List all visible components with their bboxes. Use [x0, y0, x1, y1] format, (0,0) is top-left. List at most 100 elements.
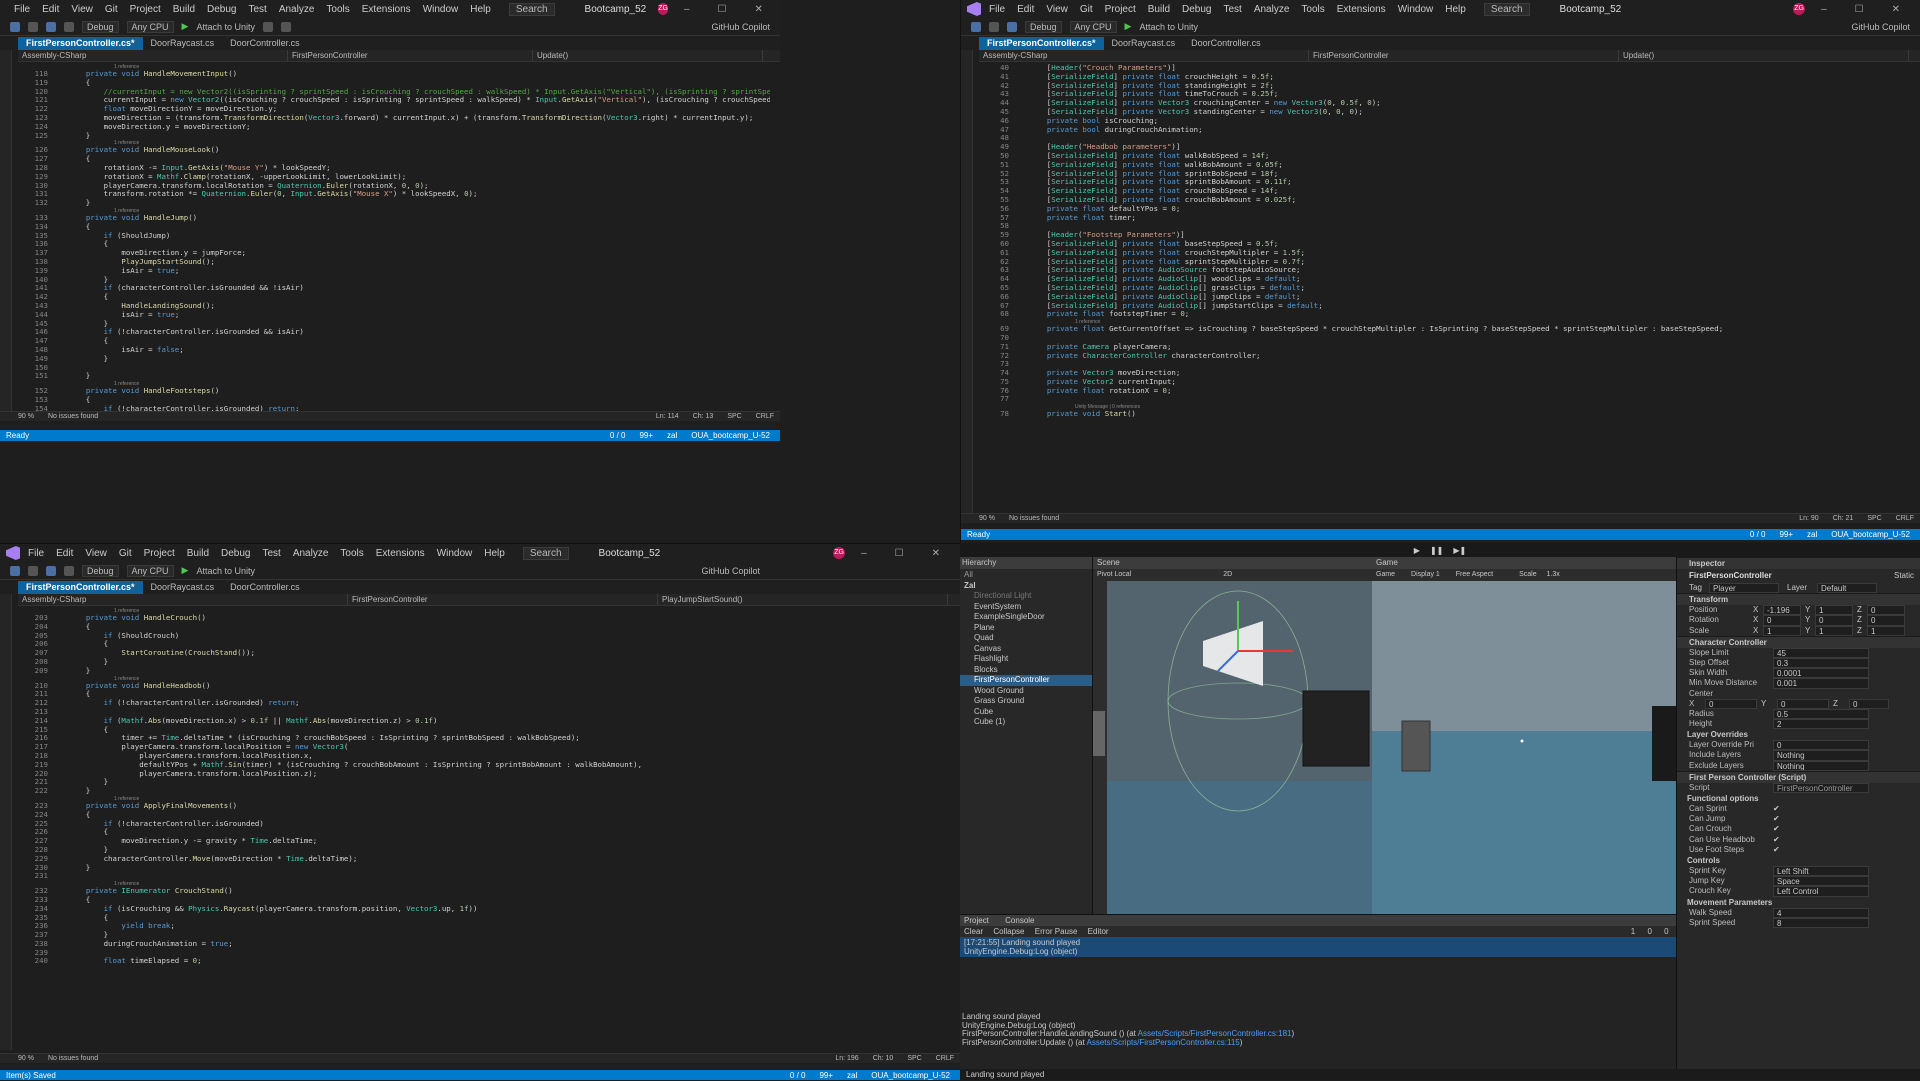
tab-first-person-controller[interactable]: FirstPersonController.cs*: [18, 37, 143, 50]
code-line[interactable]: 236 yield break;: [14, 921, 950, 931]
code-line[interactable]: 47 private bool duringCrouchAnimation;: [975, 125, 1910, 135]
tab-door-raycast[interactable]: DoorRaycast.cs: [143, 581, 223, 594]
menu-item-edit[interactable]: Edit: [42, 4, 59, 15]
tab-game[interactable]: Game: [1372, 557, 1676, 569]
menu-item-git[interactable]: Git: [1080, 4, 1093, 15]
menu-item-file[interactable]: File: [989, 4, 1005, 15]
tab-door-controller[interactable]: DoorController.cs: [1183, 37, 1269, 50]
platform-dropdown[interactable]: Any CPU: [126, 20, 174, 33]
code-line[interactable]: 240 float timeElapsed = 0;: [14, 957, 950, 966]
position-value[interactable]: 0: [1867, 605, 1905, 616]
menu-item-analyze[interactable]: Analyze: [279, 4, 315, 15]
method-dropdown[interactable]: Update(): [1619, 50, 1909, 61]
menu-item-project[interactable]: Project: [130, 4, 161, 15]
code-line[interactable]: 208 }: [14, 657, 950, 667]
issues-indicator[interactable]: No issues found: [1009, 515, 1059, 522]
hierarchy-item[interactable]: Wood Ground: [960, 686, 1092, 697]
menu-item-test[interactable]: Test: [262, 548, 280, 559]
assembly-dropdown[interactable]: Assembly-CSharp: [18, 50, 288, 61]
play-icon[interactable]: ▶: [182, 565, 189, 576]
menu-item-file[interactable]: File: [14, 4, 30, 15]
object-name[interactable]: FirstPersonController: [1689, 569, 1772, 583]
search-box[interactable]: Search: [522, 546, 569, 560]
hierarchy-item[interactable]: Cube (1): [960, 717, 1092, 728]
tab-project[interactable]: Project: [964, 916, 989, 925]
code-line[interactable]: 150: [14, 363, 770, 373]
copilot-button[interactable]: GitHub Copilot: [711, 22, 770, 32]
hierarchy-item[interactable]: FirstPersonController: [960, 675, 1092, 686]
position-value[interactable]: 1: [1815, 605, 1853, 616]
maximize-icon[interactable]: ☐: [895, 548, 904, 559]
class-dropdown[interactable]: FirstPersonController: [1309, 50, 1619, 61]
menu-item-extensions[interactable]: Extensions: [376, 548, 425, 559]
back-icon[interactable]: [10, 565, 20, 576]
code-line[interactable]: 139 isAir = true;: [14, 266, 770, 276]
script-link[interactable]: Assets/Scripts/FirstPersonController.cs:…: [1087, 1038, 1240, 1047]
field-value[interactable]: Left Control: [1773, 886, 1869, 897]
code-line[interactable]: 231: [14, 872, 950, 881]
changes-count[interactable]: 0 / 0: [790, 1071, 806, 1080]
code-line[interactable]: 148 isAir = false;: [14, 345, 770, 355]
menu-item-debug[interactable]: Debug: [207, 4, 236, 15]
layer-overrides-header[interactable]: Layer Overrides: [1677, 729, 1920, 740]
editor-dropdown[interactable]: Editor: [1088, 927, 1109, 936]
tab-door-raycast[interactable]: DoorRaycast.cs: [1104, 37, 1184, 50]
code-line[interactable]: 118 private void HandleMovementInput(): [14, 69, 770, 79]
edits-count[interactable]: 99+: [819, 1071, 833, 1080]
code-line[interactable]: 76 private float rotationX = 0;: [975, 386, 1910, 396]
position-value[interactable]: -1.196: [1763, 605, 1801, 616]
menu-item-help[interactable]: Help: [470, 4, 491, 15]
transform-component[interactable]: Transform: [1677, 593, 1920, 606]
attach-button[interactable]: Attach to Unity: [196, 566, 255, 576]
menu-item-window[interactable]: Window: [1398, 4, 1434, 15]
menu-item-edit[interactable]: Edit: [56, 548, 73, 559]
hierarchy-item[interactable]: Flashlight: [960, 654, 1092, 665]
platform-dropdown[interactable]: Any CPU: [1069, 20, 1117, 33]
menu-item-debug[interactable]: Debug: [1182, 4, 1211, 15]
tool-icon[interactable]: [263, 21, 273, 32]
search-box[interactable]: Search: [508, 2, 555, 16]
code-line[interactable]: 72 private CharacterController character…: [975, 351, 1910, 361]
display-dropdown[interactable]: Display 1: [1411, 571, 1440, 578]
code-line[interactable]: 227 moveDirection.y -= gravity * Time.de…: [14, 836, 950, 846]
center-y[interactable]: 0: [1777, 698, 1829, 709]
error-pause-button[interactable]: Error Pause: [1035, 927, 1078, 936]
aspect-dropdown[interactable]: Free Aspect: [1456, 571, 1493, 578]
config-dropdown[interactable]: Debug: [82, 564, 119, 577]
clear-button[interactable]: Clear: [964, 927, 983, 936]
close-icon[interactable]: ✕: [932, 548, 940, 559]
tab-scene[interactable]: Scene: [1093, 557, 1372, 569]
checkmark-icon[interactable]: ✔: [1773, 835, 1780, 845]
code-line[interactable]: 146 if (!characterController.isGrounded …: [14, 327, 770, 337]
hierarchy-item[interactable]: Plane: [960, 623, 1092, 634]
code-line[interactable]: 234 if (isCrouching && Physics.Raycast(p…: [14, 904, 950, 914]
menu-item-build[interactable]: Build: [173, 4, 195, 15]
code-line[interactable]: 141 if (characterController.isGrounded &…: [14, 283, 770, 293]
field-value[interactable]: Nothing: [1773, 750, 1869, 761]
menu-item-tools[interactable]: Tools: [340, 548, 363, 559]
save-icon[interactable]: [46, 21, 56, 32]
code-line[interactable]: 229 characterController.Move(moveDirecti…: [14, 854, 950, 864]
code-line[interactable]: 220 playerCamera.transform.localPosition…: [14, 769, 950, 779]
center-z[interactable]: 0: [1849, 698, 1889, 709]
field-value[interactable]: 4: [1773, 907, 1869, 918]
scale-value[interactable]: 1: [1815, 625, 1853, 636]
character-controller-component[interactable]: Character Controller: [1677, 635, 1920, 648]
code-editor[interactable]: 1 reference 118 private void HandleMoveme…: [14, 64, 770, 411]
layer-dropdown[interactable]: Default: [1817, 583, 1877, 594]
menu-item-extensions[interactable]: Extensions: [362, 4, 411, 15]
menu-item-build[interactable]: Build: [187, 548, 209, 559]
minimize-icon[interactable]: –: [1821, 4, 1827, 15]
code-line[interactable]: 57 private float timer;: [975, 213, 1910, 223]
code-editor[interactable]: 40 [Header("Crouch Parameters")] 41 [Seri…: [975, 64, 1910, 513]
undo-icon[interactable]: [64, 565, 74, 576]
code-line[interactable]: 149 }: [14, 354, 770, 364]
hierarchy-item[interactable]: Quad: [960, 633, 1092, 644]
checkmark-icon[interactable]: ✔: [1773, 814, 1780, 824]
hierarchy-item[interactable]: Directional Light: [960, 591, 1092, 602]
play-button-icon[interactable]: ▶: [1414, 546, 1420, 555]
field-value[interactable]: 0: [1773, 740, 1869, 751]
hierarchy-item[interactable]: Canvas: [960, 644, 1092, 655]
scale-value[interactable]: 1: [1763, 625, 1801, 636]
field-value[interactable]: 0.5: [1773, 708, 1869, 720]
